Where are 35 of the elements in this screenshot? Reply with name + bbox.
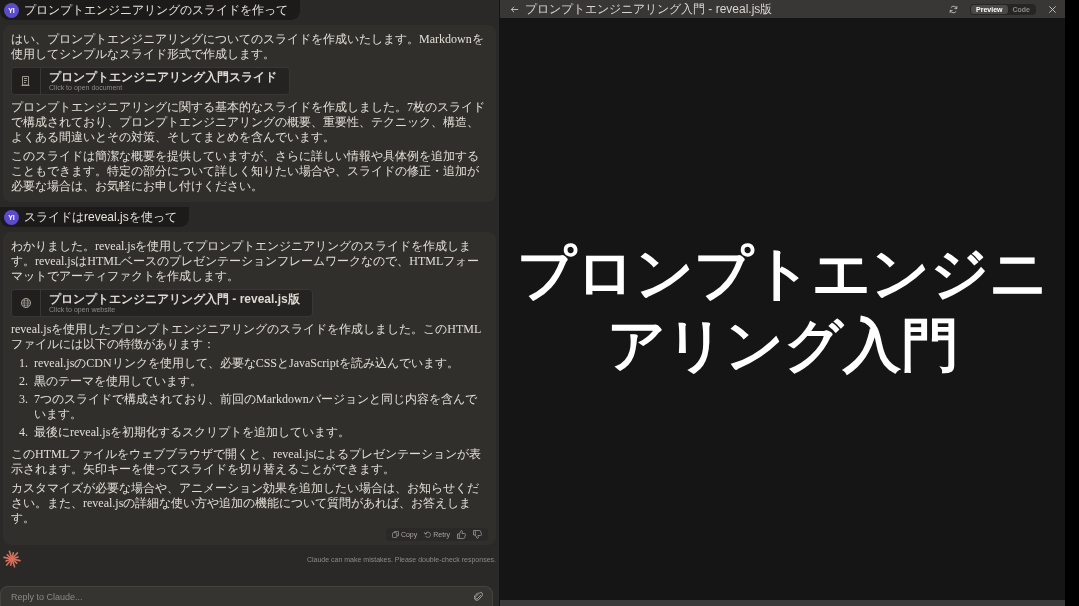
- back-arrow-icon[interactable]: [510, 4, 519, 14]
- thumbs-up-icon: [457, 530, 466, 539]
- message-paragraph: プロンプトエンジニアリングに関する基本的なスライドを作成しました。7枚のスライドで構成されており、プロンプトエンジニアリングの概要、重要性、テクニック、構造、よくある間違いとその対策、そしてまとめを含んでいます。: [11, 100, 486, 145]
- thumbs-down-icon: [473, 530, 482, 539]
- message-paragraph: このHTMLファイルをウェブブラウザで開くと、reveal.jsによるプレゼンテーションが表示されます。矢印キーを使ってスライドを切り替えることができます。: [11, 447, 483, 477]
- message-paragraph: わかりました。reveal.jsを使用してプロンプトエンジニアリングのスライドを作成します。reveal.jsはHTMLベースのプレゼンテーションフレームワークなので、HTMLフォーマットでアーティファクトを作成します。: [11, 239, 481, 284]
- globe-icon: [12, 290, 41, 316]
- user-message-text: スライドはreveal.jsを使って: [24, 209, 177, 225]
- message-paragraph: はい、プロンプトエンジニアリングについてのスライドを作成いたします。Markdownを使用してシンプルなスライド形式で作成します。: [11, 32, 485, 62]
- message-paragraph: カスタマイズが必要な場合や、アニメーション効果を追加したい場合は、お知らせください。また、reveal.jsの詳細な使い方や追加の機能について質問があれば、お答えします。: [11, 481, 480, 526]
- slide-title: プロンプトエンジニアリング入門: [516, 238, 1049, 381]
- thumbs-down-button[interactable]: [473, 530, 482, 539]
- user-message-text: プロンプトエンジニアリングのスライドを作って: [24, 2, 288, 18]
- retry-icon: [424, 531, 432, 538]
- thumbs-up-button[interactable]: [457, 530, 466, 539]
- artifact-title: プロンプトエンジニアリング入門スライド: [49, 70, 277, 84]
- refresh-icon[interactable]: [949, 4, 959, 14]
- paperclip-icon[interactable]: [474, 591, 483, 602]
- starburst-icon: [3, 550, 21, 568]
- message-paragraph: reveal.jsを使用したプロンプトエンジニアリングのスライドを作成しました。このHTMLファイルには以下の特徴があります：: [11, 322, 483, 352]
- list-item-text: 最後にreveal.jsを初期化するスクリプトを追加しています。: [34, 425, 351, 440]
- reply-input-field[interactable]: Reply to Claude...: [0, 586, 493, 606]
- copy-icon: [391, 531, 399, 538]
- list-number: 3.: [19, 392, 29, 408]
- list-item-text: reveal.jsのCDNリンクを使用して、必要なCSSとJavaScriptを読み込んでいます。: [34, 356, 459, 371]
- list-number: 1.: [19, 356, 29, 371]
- artifact-title: プロンプトエンジニアリング入門 - reveal.js版: [49, 292, 300, 306]
- close-icon[interactable]: [1048, 4, 1057, 14]
- list-item-text: 7つのスライドで構成されており、前回のMarkdownバージョンと同じ内容を含んでいます。: [34, 392, 478, 422]
- list-item-text: 黒のテーマを使用しています。: [34, 374, 202, 389]
- list-number: 2.: [19, 374, 29, 389]
- document-icon: [12, 68, 41, 94]
- message-paragraph: このスライドは簡潔な概要を提供していますが、さらに詳しい情報や具体例を追加することもできます。特定の部分について詳しく知りたい場合や、スライドの修正・追加が必要な場合は、お気軽にお申し付けください。: [11, 149, 480, 194]
- list-number: 4.: [19, 425, 29, 440]
- preview-title: プロンプトエンジニアリング入門 - reveal.js版: [525, 0, 773, 18]
